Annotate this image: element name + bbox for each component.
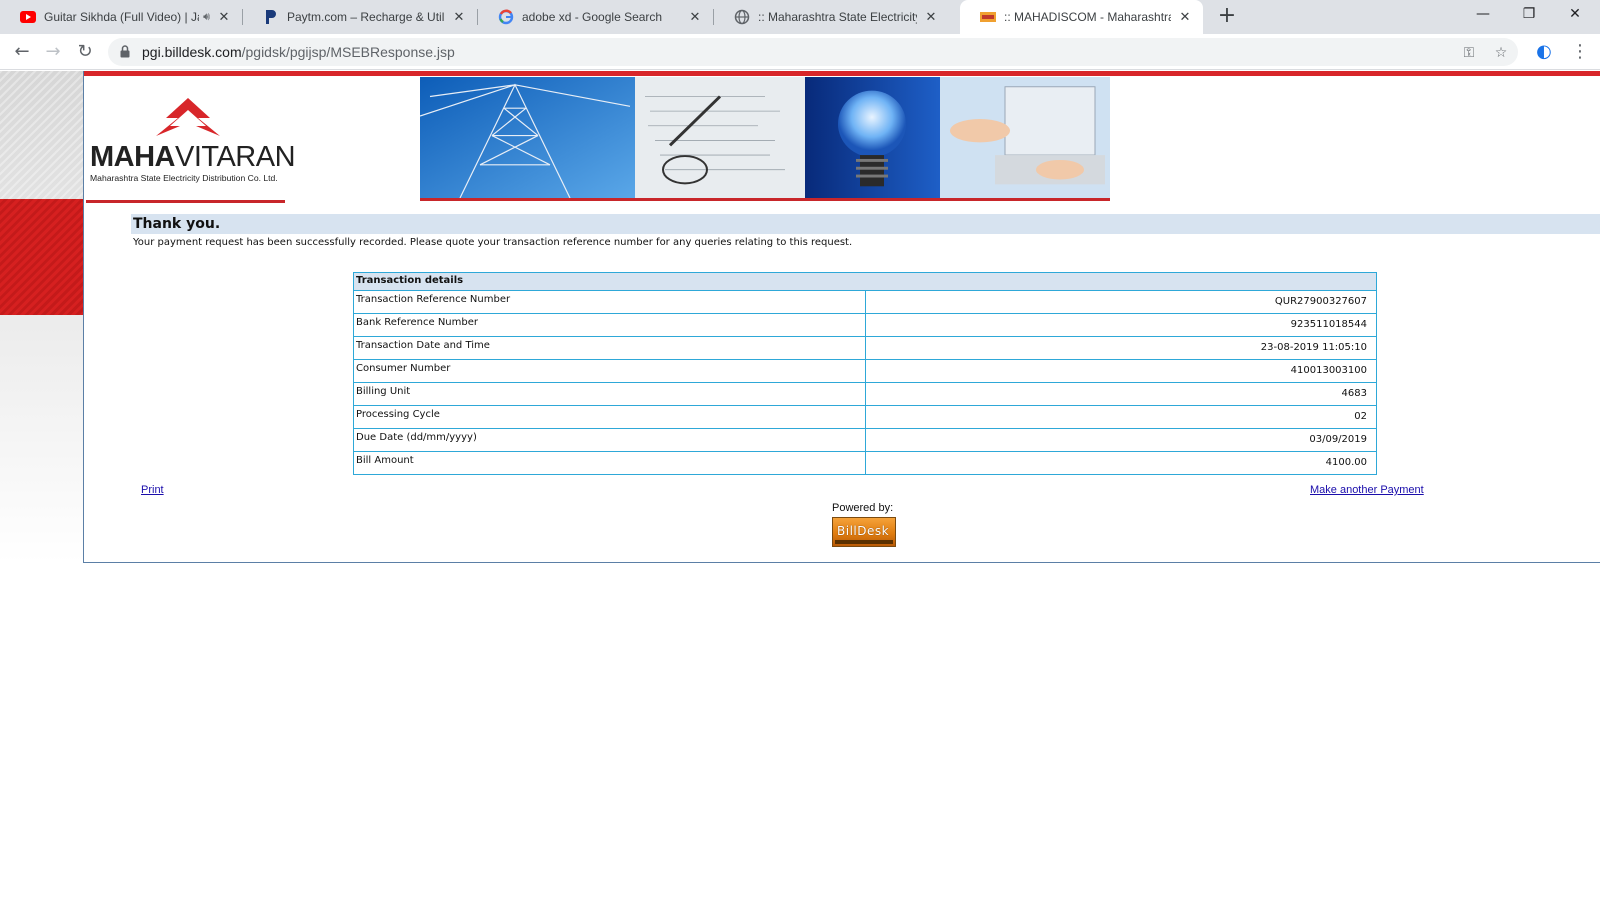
main-container: MAHAVITARAN Maharashtra State Electricit… — [83, 71, 1600, 563]
logo-wordmark: MAHAVITARAN — [90, 141, 296, 173]
confirmation-message: Your payment request has been successful… — [133, 237, 853, 248]
billdesk-logo: BillDesk — [832, 517, 896, 547]
logo-subtitle: Maharashtra State Electricity Distributi… — [90, 173, 278, 183]
row-label: Consumer Number — [353, 359, 866, 383]
table-row: Due Date (dd/mm/yyyy) 03/09/2019 — [353, 428, 1377, 452]
minimize-icon[interactable]: — — [1460, 0, 1506, 30]
thanks-header-bar — [131, 214, 1600, 234]
page-title: Thank you. — [133, 216, 221, 232]
table-row: Billing Unit 4683 — [353, 382, 1377, 406]
close-tab-icon[interactable]: ✕ — [923, 9, 939, 25]
tab-title: adobe xd - Google Search — [522, 10, 663, 24]
key-icon[interactable]: ⚿ — [1460, 44, 1478, 62]
row-label: Bill Amount — [353, 451, 866, 475]
table-row: Bank Reference Number 923511018544 — [353, 313, 1377, 337]
close-tab-icon[interactable]: ✕ — [1177, 9, 1193, 25]
billing-unit-value: 4683 — [865, 382, 1377, 406]
page-viewport: MAHAVITARAN Maharashtra State Electricit… — [0, 71, 1600, 900]
tab-mahadiscom[interactable]: :: MAHADISCOM - Maharashtra S ✕ — [960, 0, 1203, 34]
row-label: Billing Unit — [353, 382, 866, 406]
globe-icon — [734, 9, 750, 25]
row-label: Due Date (dd/mm/yyyy) — [353, 428, 866, 452]
close-tab-icon[interactable]: ✕ — [216, 9, 232, 25]
header-banner-image — [420, 77, 1110, 201]
top-red-bar — [84, 71, 1600, 76]
youtube-icon — [20, 9, 36, 25]
url-host: pgi.billdesk.com — [142, 44, 242, 60]
tab-title: Guitar Sikhda (Full Video) | Ja — [44, 10, 200, 24]
bank-reference-value: 923511018544 — [865, 313, 1377, 337]
extension-icon[interactable]: ◐ — [1530, 38, 1558, 66]
table-row: Consumer Number 410013003100 — [353, 359, 1377, 383]
row-label: Processing Cycle — [353, 405, 866, 429]
side-decoration — [0, 71, 83, 563]
logo-underline — [86, 200, 285, 203]
consumer-number-value: 410013003100 — [865, 359, 1377, 383]
table-header-row: Transaction details — [353, 272, 1377, 291]
tab-maharashtra-electricity[interactable]: :: Maharashtra State Electricity Di ✕ — [714, 0, 949, 34]
browser-toolbar: ← → ↻ pgi.billdesk.com/pgidsk/pgijsp/MSE… — [0, 34, 1600, 70]
make-another-payment-link[interactable]: Make another Payment — [1310, 484, 1424, 496]
back-arrow-icon[interactable]: ← — [8, 38, 36, 66]
powered-by-label: Powered by: — [832, 502, 894, 514]
close-window-icon[interactable]: ✕ — [1552, 0, 1598, 30]
google-icon — [498, 9, 514, 25]
paytm-icon — [263, 9, 279, 25]
transaction-details-table: Transaction details Transaction Referenc… — [353, 272, 1377, 475]
row-label: Transaction Reference Number — [353, 290, 866, 314]
close-tab-icon[interactable]: ✕ — [687, 9, 703, 25]
table-heading: Transaction details — [353, 272, 1377, 291]
forward-arrow-icon[interactable]: → — [39, 38, 67, 66]
tab-strip: Guitar Sikhda (Full Video) | Ja 🔊︎ ✕ Pay… — [0, 0, 1600, 34]
transaction-reference-value: QUR27900327607 — [865, 290, 1377, 314]
url-text: pgi.billdesk.com/pgidsk/pgijsp/MSEBRespo… — [142, 44, 455, 60]
table-row: Processing Cycle 02 — [353, 405, 1377, 429]
tab-title: Paytm.com – Recharge & Utility P — [287, 10, 445, 24]
close-tab-icon[interactable]: ✕ — [451, 9, 467, 25]
speaker-icon[interactable]: 🔊︎ — [203, 11, 210, 24]
row-label: Transaction Date and Time — [353, 336, 866, 360]
logo-maha: MAHA — [90, 141, 176, 173]
new-tab-button[interactable]: + — [1215, 5, 1239, 29]
due-date-value: 03/09/2019 — [865, 428, 1377, 452]
side-pattern — [0, 71, 83, 199]
star-icon[interactable]: ☆ — [1492, 44, 1510, 62]
reload-icon[interactable]: ↻ — [71, 38, 99, 66]
address-bar[interactable]: pgi.billdesk.com/pgidsk/pgijsp/MSEBRespo… — [108, 38, 1518, 66]
tab-title: :: MAHADISCOM - Maharashtra S — [1004, 10, 1171, 24]
billdesk-logo-text: BillDesk — [837, 524, 890, 538]
bill-amount-value: 4100.00 — [865, 451, 1377, 475]
billdesk-tagline-strip — [835, 540, 893, 544]
tab-google-search[interactable]: adobe xd - Google Search ✕ — [478, 0, 713, 34]
mahadiscom-icon — [980, 9, 996, 25]
print-link[interactable]: Print — [141, 484, 164, 496]
tab-paytm[interactable]: Paytm.com – Recharge & Utility P ✕ — [243, 0, 477, 34]
lock-icon — [120, 45, 130, 58]
tab-title: :: Maharashtra State Electricity Di — [758, 10, 917, 24]
table-row: Transaction Date and Time 23-08-2019 11:… — [353, 336, 1377, 360]
tab-youtube[interactable]: Guitar Sikhda (Full Video) | Ja 🔊︎ ✕ — [0, 0, 242, 34]
logo-vitaran: VITARAN — [175, 141, 296, 173]
row-label: Bank Reference Number — [353, 313, 866, 337]
menu-kebab-icon[interactable]: ⋮ — [1566, 38, 1594, 66]
table-row: Bill Amount 4100.00 — [353, 451, 1377, 475]
side-red-block — [0, 199, 83, 315]
processing-cycle-value: 02 — [865, 405, 1377, 429]
url-path: /pgidsk/pgijsp/MSEBResponse.jsp — [241, 44, 455, 60]
restore-icon[interactable]: ❐ — [1506, 0, 1552, 30]
table-row: Transaction Reference Number QUR27900327… — [353, 290, 1377, 314]
transaction-datetime-value: 23-08-2019 11:05:10 — [865, 336, 1377, 360]
